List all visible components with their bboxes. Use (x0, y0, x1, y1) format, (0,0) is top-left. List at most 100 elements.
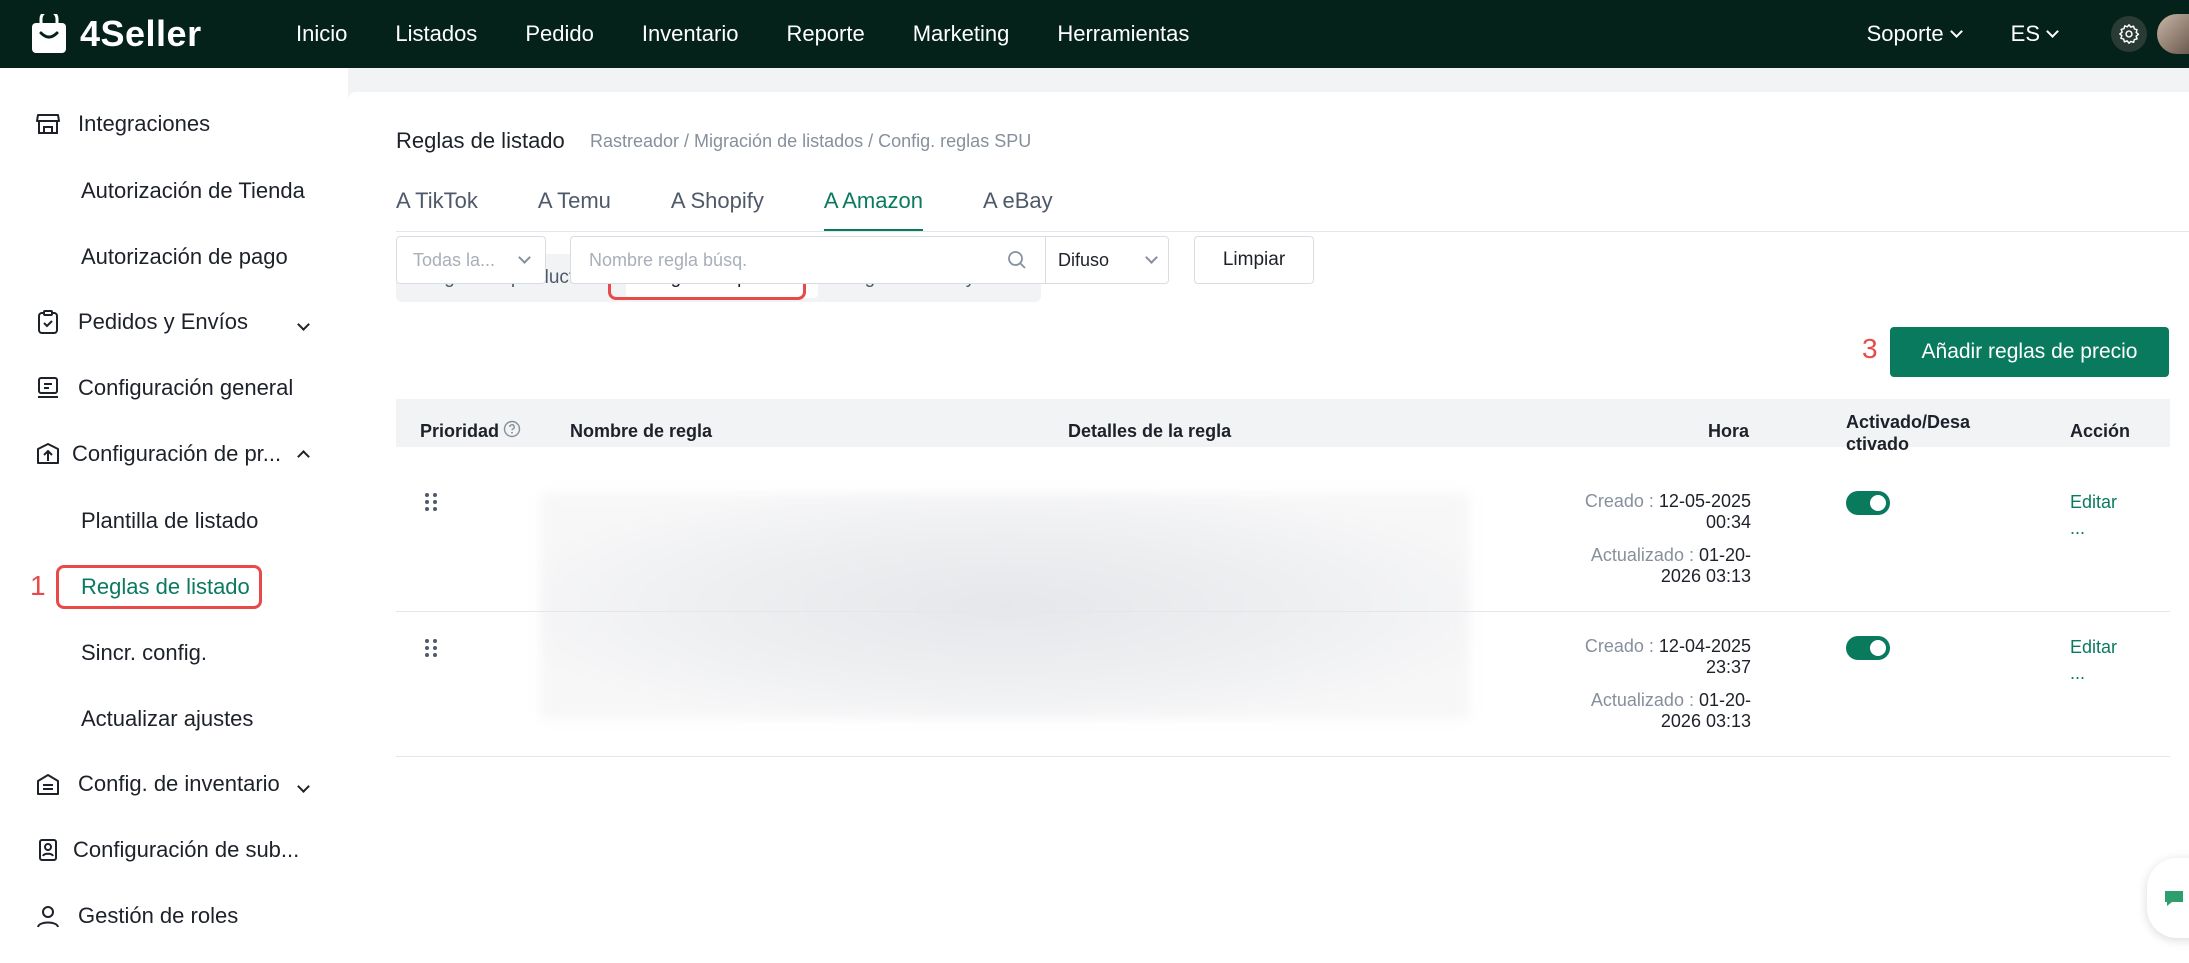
created-time: 23:37 (1705, 657, 1751, 677)
row-divider (396, 756, 2170, 757)
edit-link[interactable]: Editar (2070, 637, 2117, 658)
sidebar-item-label: Pedidos y Envíos (78, 309, 248, 334)
language-dropdown[interactable]: ES (2011, 21, 2059, 47)
sidebar-item-autorizacion-pago[interactable]: Autorización de pago (81, 244, 288, 270)
store-select-placeholder: Todas la... (413, 249, 496, 270)
search-placeholder: Nombre regla búsq. (589, 249, 748, 270)
nav-herramientas[interactable]: Herramientas (1057, 21, 1189, 47)
sidebar-item-label: Configuración de pr... (72, 441, 282, 466)
nav-reporte[interactable]: Reporte (786, 21, 864, 47)
search-input[interactable]: Nombre regla búsq. (570, 236, 1046, 284)
updated-label: Actualizado : (1590, 545, 1694, 565)
header-status: Activado/Desa ctivado (1846, 411, 1970, 455)
logo[interactable]: 4Seller (30, 9, 202, 56)
store-select[interactable]: Todas la... (396, 236, 546, 284)
logo-bag-icon (30, 9, 70, 54)
updated-time: 2026 03:13 (1660, 711, 1751, 731)
platform-tabs: A TikTok A Temu A Shopify A Amazon A eBa… (396, 188, 1113, 232)
avatar[interactable] (2157, 14, 2189, 54)
sidebar-item-label: Gestión de roles (78, 903, 239, 928)
drag-handle-icon[interactable] (425, 639, 439, 659)
nav-pedido[interactable]: Pedido (525, 21, 594, 47)
table-header: Prioridad Nombre de regla Detalles de la… (396, 399, 2170, 454)
upload-box-icon (34, 440, 62, 468)
nav-inicio[interactable]: Inicio (296, 21, 347, 47)
sidebar-item-sincr-config[interactable]: Sincr. config. (81, 640, 207, 666)
sidebar-item-config-inventario[interactable]: Config. de inventario (0, 762, 348, 806)
sidebar-item-config-pr[interactable]: Configuración de pr... (0, 432, 348, 476)
sidebar-item-label: Configuración general (78, 375, 294, 400)
header-action: Acción (2070, 421, 2131, 441)
chevron-down-icon (1145, 251, 1158, 264)
clipboard-icon (34, 308, 62, 336)
sidebar-item-gestion-roles[interactable]: Gestión de roles (0, 894, 348, 938)
edit-link[interactable]: Editar (2070, 492, 2117, 513)
updated-date: 01-20- (1698, 690, 1751, 710)
header-status-line2: ctivado (1846, 434, 1910, 454)
nav-marketing[interactable]: Marketing (913, 21, 1010, 47)
tab-ebay[interactable]: A eBay (983, 188, 1053, 232)
warehouse-icon (34, 770, 62, 798)
header-rule-name: Nombre de regla (570, 421, 713, 441)
row-time: Creado : 12-04-2025 23:37 Actualizado : … (1585, 636, 1751, 732)
search-icon[interactable] (1007, 250, 1027, 270)
match-mode-select[interactable]: Difuso (1045, 236, 1169, 284)
tab-amazon[interactable]: A Amazon (823, 188, 924, 232)
updated-label: Actualizado : (1590, 690, 1694, 710)
created-label: Creado : (1584, 636, 1654, 656)
drag-handle-icon[interactable] (425, 493, 439, 513)
chat-float-button[interactable] (2147, 858, 2189, 938)
sidebar-item-config-sub[interactable]: Configuración de sub... (0, 828, 348, 872)
step-number-1: 1 (30, 570, 46, 601)
created-time: 00:34 (1705, 512, 1751, 532)
help-icon[interactable] (503, 420, 521, 443)
user-icon (34, 902, 62, 930)
header-time: Hora (1708, 421, 1750, 441)
sidebar-item-label: Integraciones (78, 111, 211, 136)
breadcrumb: Rastreador / Migración de listados / Con… (590, 131, 1032, 151)
support-dropdown[interactable]: Soporte (1866, 21, 1963, 47)
nav-inventario[interactable]: Inventario (642, 21, 739, 47)
settings-button[interactable] (2111, 16, 2147, 52)
clear-button[interactable]: Limpiar (1194, 236, 1314, 284)
header-rule-details: Detalles de la regla (1068, 421, 1232, 441)
add-price-rule-button[interactable]: Añadir reglas de precio (1890, 327, 2169, 377)
sidebar-item-actualizar-ajustes[interactable]: Actualizar ajustes (81, 706, 253, 732)
row-divider (396, 611, 2170, 612)
main-nav: Inicio Listados Pedido Inventario Report… (296, 0, 1237, 68)
created-date: 12-05-2025 (1658, 491, 1751, 511)
sidebar-item-integraciones[interactable]: Integraciones (0, 102, 348, 146)
sidebar-item-autorizacion-tienda[interactable]: Autorización de Tienda (81, 178, 305, 204)
row-time: Creado : 12-05-2025 00:34 Actualizado : … (1585, 491, 1751, 587)
tab-temu[interactable]: A Temu (538, 188, 611, 232)
header-status-line1: Activado/Desa (1846, 412, 1971, 432)
sidebar-item-plantilla-listado[interactable]: Plantilla de listado (81, 508, 258, 534)
sidebar-item-config-general[interactable]: Configuración general (0, 366, 348, 410)
chevron-down-icon (518, 251, 531, 264)
support-label: Soporte (1866, 21, 1944, 46)
monitor-icon (34, 374, 62, 402)
chevron-down-icon (1949, 25, 1963, 38)
tab-shopify[interactable]: A Shopify (671, 188, 764, 232)
created-label: Creado : (1584, 491, 1654, 511)
chevron-down-icon (297, 309, 310, 335)
created-date: 12-04-2025 (1658, 636, 1751, 656)
blurred-rule-content (540, 493, 1470, 719)
sidebar-item-pedidos-envios[interactable]: Pedidos y Envíos (0, 300, 348, 344)
sidebar: Integraciones Autorización de Tienda Aut… (0, 68, 348, 963)
more-actions-link[interactable]: ... (2070, 663, 2085, 684)
chevron-down-icon (297, 771, 310, 797)
nav-listados[interactable]: Listados (395, 21, 477, 47)
updated-date: 01-20- (1698, 545, 1751, 565)
more-actions-link[interactable]: ... (2070, 518, 2085, 539)
chevron-down-icon (2046, 25, 2059, 38)
status-toggle[interactable] (1846, 636, 1890, 660)
badge-icon (34, 836, 62, 864)
chevron-up-icon (297, 441, 310, 467)
status-toggle[interactable] (1846, 491, 1890, 515)
logo-text: 4Seller (80, 13, 202, 54)
tab-tiktok[interactable]: A TikTok (396, 188, 478, 232)
sidebar-item-reglas-listado[interactable]: Reglas de listado (81, 574, 250, 600)
updated-time: 2026 03:13 (1660, 566, 1751, 586)
store-icon (34, 110, 62, 138)
